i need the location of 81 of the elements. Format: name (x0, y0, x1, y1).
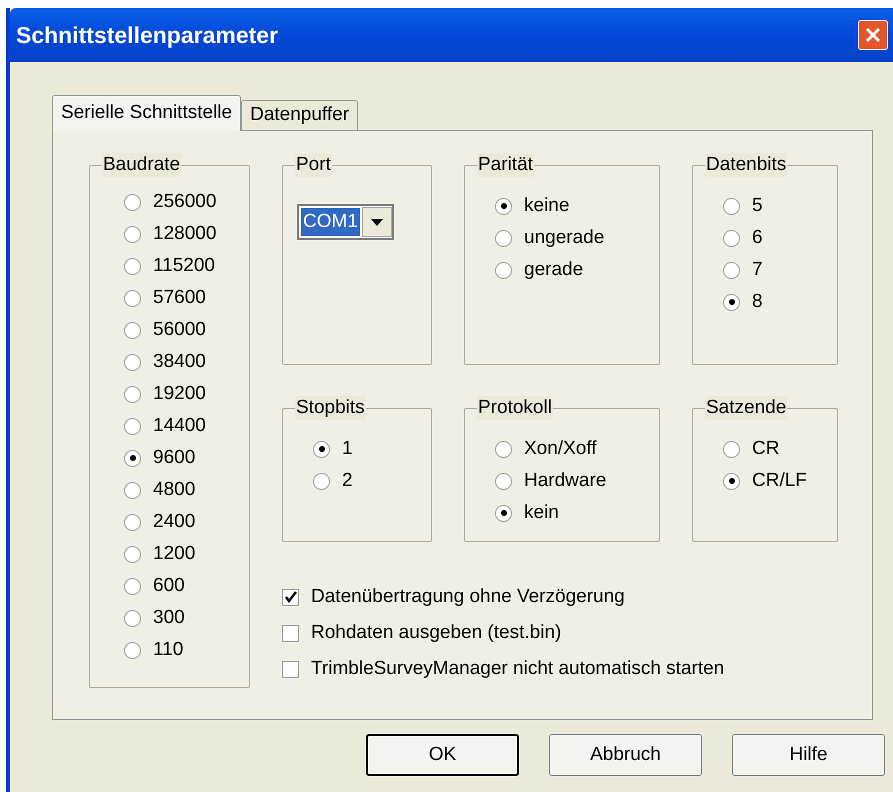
radio-button[interactable] (723, 440, 740, 458)
radio-label: 57600 (153, 286, 206, 310)
radio-label: 9600 (153, 446, 196, 470)
checkbox[interactable] (282, 624, 299, 642)
radio-label: kein (524, 500, 559, 525)
tab[interactable]: Serielle Schnittstelle (52, 95, 242, 131)
radio-button[interactable] (124, 322, 141, 338)
tab[interactable]: Datenpuffer (241, 100, 358, 130)
radio-label: 2400 (153, 510, 196, 534)
radio-label: CR/LF (752, 468, 807, 493)
radio-label: 8 (752, 290, 763, 314)
radio-label: 1200 (153, 542, 196, 566)
radio-label: 1 (342, 436, 353, 461)
radio-button[interactable] (124, 290, 141, 306)
radio-button[interactable] (313, 440, 330, 458)
group-label: Datenbits (705, 153, 788, 177)
radio-button[interactable] (124, 450, 141, 466)
radio-label: Xon/Xoff (524, 436, 597, 461)
radio-button[interactable] (124, 610, 141, 626)
checkbox-label: Datenübertragung ohne Verzögerung (311, 584, 625, 609)
radio-label: ungerade (524, 226, 604, 250)
group-label: Satzende (705, 396, 788, 420)
radio-label: 5 (752, 194, 763, 218)
close-icon (865, 27, 881, 43)
radio-button[interactable] (723, 262, 740, 278)
radio-label: gerade (524, 258, 584, 282)
radio-button[interactable] (495, 262, 512, 278)
radio-label: 128000 (153, 222, 216, 246)
radio-label: Hardware (524, 468, 606, 493)
radio-button[interactable] (723, 198, 740, 214)
checkbox[interactable] (282, 588, 299, 606)
radio-label: 4800 (153, 478, 196, 502)
radio-button[interactable] (124, 194, 141, 210)
radio-label: 56000 (153, 318, 206, 342)
group-label: Baudrate (102, 153, 182, 177)
dialog-button[interactable]: Hilfe (732, 734, 885, 776)
window-title: Schnittstellenparameter (16, 20, 278, 50)
radio-label: 14400 (153, 414, 206, 438)
radio-label: 19200 (153, 382, 206, 406)
radio-button[interactable] (495, 504, 512, 522)
radio-button[interactable] (313, 472, 330, 490)
radio-label: 600 (153, 574, 185, 598)
radio-button[interactable] (495, 472, 512, 490)
radio-label: 256000 (153, 190, 216, 214)
radio-label: 300 (153, 606, 185, 630)
radio-button[interactable] (124, 226, 141, 242)
radio-button[interactable] (723, 294, 740, 310)
radio-label: CR (752, 436, 780, 461)
radio-button[interactable] (723, 230, 740, 246)
radio-button[interactable] (124, 482, 141, 498)
radio-button[interactable] (124, 546, 141, 562)
radio-label: 2 (342, 468, 353, 493)
radio-button[interactable] (124, 514, 141, 530)
checkbox-label: Rohdaten ausgeben (test.bin) (311, 620, 562, 645)
checkbox-label: TrimbleSurveyManager nicht automatisch starten (311, 656, 724, 681)
radio-label: 115200 (153, 254, 215, 278)
checkbox[interactable] (282, 660, 299, 678)
radio-button[interactable] (124, 642, 141, 658)
dialog-button[interactable]: OK (366, 734, 519, 776)
group-label: Stopbits (295, 396, 366, 420)
radio-button[interactable] (124, 418, 141, 434)
radio-button[interactable] (723, 472, 740, 490)
dropdown-value: COM1 (301, 208, 360, 236)
group-label: Port (295, 153, 332, 177)
radio-button[interactable] (495, 440, 512, 458)
close-button[interactable] (858, 20, 888, 50)
group-label: Parität (477, 153, 534, 177)
radio-label: keine (524, 194, 570, 218)
radio-button[interactable] (124, 578, 141, 594)
radio-button[interactable] (495, 198, 512, 214)
radio-label: 7 (752, 258, 763, 282)
group-label: Protokoll (477, 396, 553, 420)
radio-label: 38400 (153, 350, 206, 374)
port-dropdown[interactable]: COM1 (297, 204, 394, 240)
radio-button[interactable] (124, 258, 141, 274)
radio-button[interactable] (124, 386, 141, 402)
radio-button[interactable] (124, 354, 141, 370)
radio-label: 110 (153, 638, 184, 662)
radio-button[interactable] (495, 230, 512, 246)
dialog-button[interactable]: Abbruch (549, 734, 702, 776)
radio-label: 6 (752, 226, 763, 250)
